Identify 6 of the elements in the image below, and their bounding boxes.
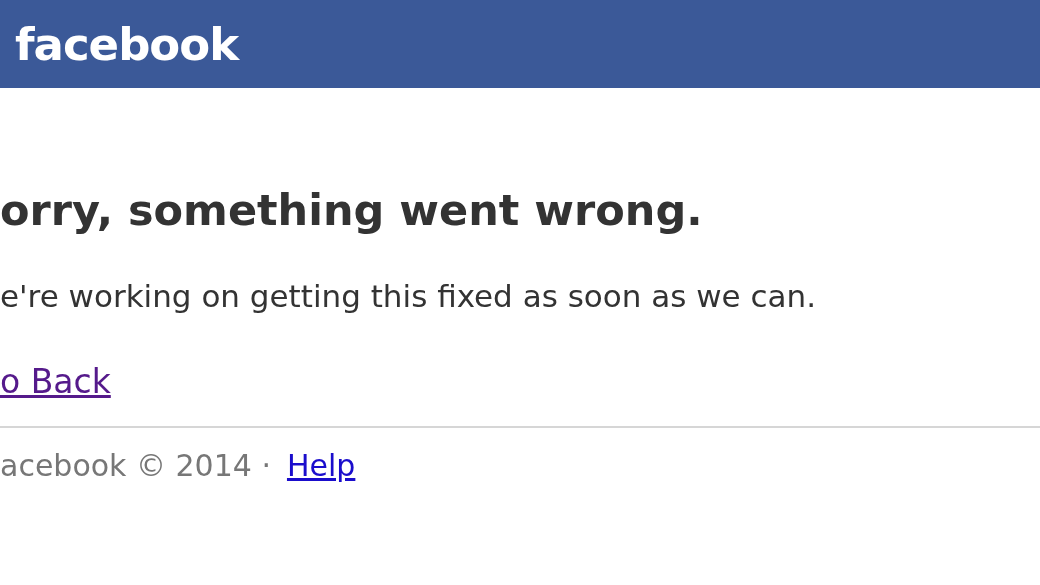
help-link[interactable]: Help <box>286 446 356 486</box>
facebook-logo[interactable]: facebook <box>15 21 239 67</box>
copyright-text: acebook © 2014 · <box>0 448 271 483</box>
go-back-link[interactable]: o Back <box>0 362 111 402</box>
error-message: e're working on getting this fixed as soon as we can. <box>0 277 818 316</box>
error-heading: orry, something went wrong. <box>0 184 704 236</box>
